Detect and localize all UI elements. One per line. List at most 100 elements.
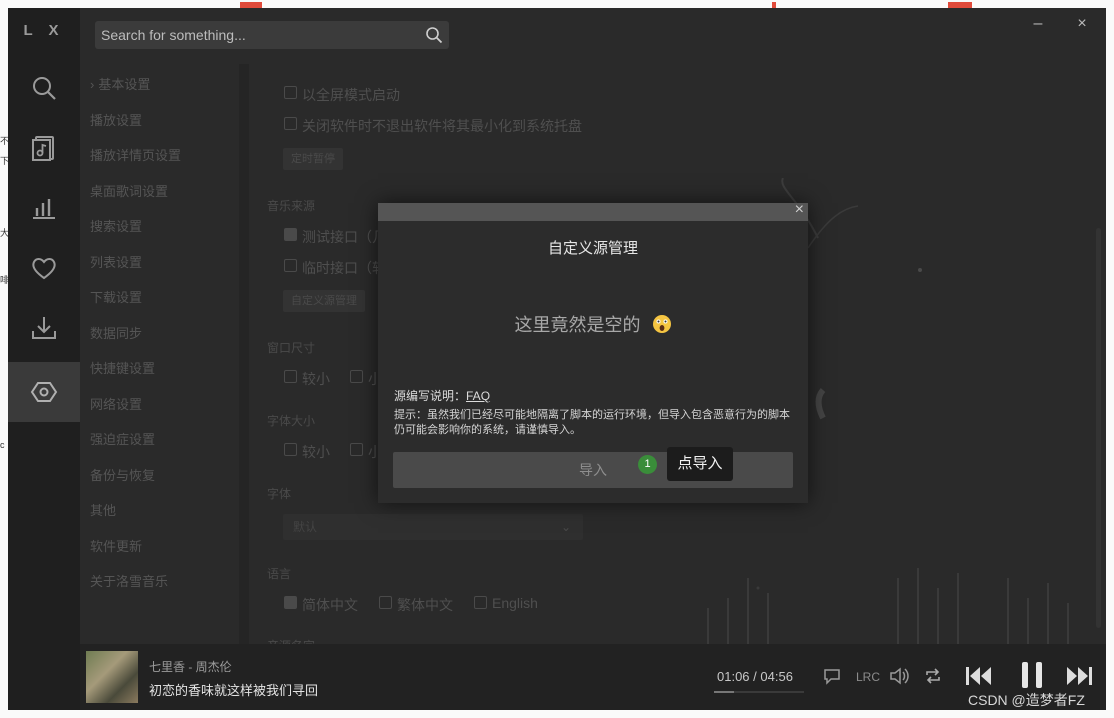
font-select[interactable]: 默认 ⌄: [283, 514, 583, 540]
lrc-button[interactable]: LRC: [856, 670, 880, 684]
window-size-radio-1[interactable]: [284, 370, 297, 383]
nav-leaderboard[interactable]: [8, 178, 80, 238]
font-size-label-1: 较小: [302, 444, 330, 460]
empty-state-text: 这里竟然是空的: [514, 315, 641, 335]
menu-item-download[interactable]: 下载设置: [90, 287, 142, 306]
lang-simplified-radio[interactable]: [284, 596, 297, 609]
desktop-text-fragment: c: [0, 440, 5, 450]
menu-divider: [239, 64, 249, 644]
desktop-left-strip: 不 下 大 啡 c: [0, 0, 9, 718]
next-icon[interactable]: [1064, 664, 1094, 688]
download-icon: [32, 317, 56, 339]
fullscreen-label: 以全屏模式启动: [302, 87, 400, 103]
chevron-down-icon: ⌄: [560, 520, 571, 534]
lang-traditional-label: 繁体中文: [397, 597, 453, 613]
step-tooltip: 点导入: [667, 447, 733, 481]
prev-icon[interactable]: [964, 664, 994, 688]
play-time: 01:06 / 04:56: [717, 669, 793, 684]
window-size-label-1: 较小: [302, 371, 330, 387]
player-bar: 七里香 - 周杰伦 初恋的香味就这样被我们寻回 01:06 / 04:56 LR…: [80, 644, 1106, 710]
lang-english-label: English: [492, 595, 538, 611]
search-box: [95, 21, 449, 49]
close-icon[interactable]: ×: [795, 201, 804, 219]
app-logo: L X: [23, 22, 65, 39]
nav-settings[interactable]: [8, 362, 80, 422]
music-file-icon: [32, 136, 54, 161]
menu-item-network[interactable]: 网络设置: [90, 394, 142, 413]
doc-prefix: 源编写说明：: [394, 389, 467, 403]
lang-simplified-label: 简体中文: [302, 597, 358, 613]
source-temp-radio[interactable]: [284, 259, 297, 272]
total-time: 04:56: [760, 669, 793, 684]
desktop-top-strip: [0, 0, 1114, 8]
music-source-heading: 音乐来源: [267, 199, 316, 213]
custom-source-button[interactable]: 自定义源管理: [283, 290, 365, 312]
nav-song-list[interactable]: [8, 118, 80, 178]
lang-traditional-radio[interactable]: [379, 596, 392, 609]
menu-item-sync[interactable]: 数据同步: [90, 323, 142, 342]
menu-item-about[interactable]: 关于洛雪音乐: [90, 571, 168, 590]
menu-item-hotkey[interactable]: 快捷键设置: [90, 358, 155, 377]
tray-checkbox[interactable]: [284, 117, 297, 130]
watermark: CSDN @造梦者FZ: [968, 692, 1085, 708]
font-size-heading: 字体大小: [267, 414, 316, 428]
menu-item-play[interactable]: 播放设置: [90, 110, 142, 129]
menu-item-backup[interactable]: 备份与恢复: [90, 465, 155, 484]
window-size-radio-2[interactable]: [350, 370, 363, 383]
menu-item-list[interactable]: 列表设置: [90, 252, 142, 271]
pause-icon[interactable]: [1018, 660, 1046, 690]
repeat-icon[interactable]: [923, 666, 943, 686]
menu-item-other[interactable]: 其他: [90, 500, 116, 519]
nav-download[interactable]: [8, 298, 80, 358]
desktop-bottom-strip: [0, 710, 1114, 718]
album-cover[interactable]: [86, 651, 138, 703]
window-size-heading: 窗口尺寸: [267, 341, 316, 355]
source-temp-label: 临时接口（软: [302, 260, 386, 276]
warning-tip: 提示：虽然我们已经尽可能地隔离了脚本的运行环境，但导入包含恶意行为的脚本仍可能会…: [394, 409, 790, 436]
dialog-title-bar: ×: [378, 201, 808, 221]
app-window: L X – × ›基本设置 播放设置 播放详情页设置 桌面歌词设置 搜索设置: [8, 8, 1106, 710]
faq-link[interactable]: FAQ: [466, 389, 490, 403]
tray-label: 关闭软件时不退出软件将其最小化到系统托盘: [302, 118, 582, 134]
lang-english-radio[interactable]: [474, 596, 487, 609]
empty-state: 这里竟然是空的: [378, 311, 808, 337]
volume-icon[interactable]: [888, 666, 910, 686]
source-test-label: 测试接口（几: [302, 229, 386, 245]
menu-item-play-detail[interactable]: 播放详情页设置: [90, 145, 181, 164]
bar-chart-icon: [33, 199, 55, 219]
song-title: 七里香 - 周杰伦: [149, 660, 232, 674]
chevron-right-icon: ›: [90, 77, 95, 92]
menu-item-update[interactable]: 软件更新: [90, 536, 142, 555]
heart-icon: [32, 258, 56, 280]
minimize-button[interactable]: –: [1026, 14, 1050, 34]
current-time: 01:06: [717, 669, 750, 684]
progress-bar[interactable]: [714, 691, 804, 693]
astonished-emoji-icon: [652, 315, 671, 333]
left-nav: L X: [8, 8, 80, 710]
source-test-radio[interactable]: [284, 228, 297, 241]
current-lyric: 初恋的香味就这样被我们寻回: [149, 683, 319, 698]
step-marker: 1: [638, 455, 657, 474]
search-input[interactable]: [95, 21, 415, 49]
desktop-right-strip: [1106, 0, 1114, 718]
font-select-value: 默认: [293, 520, 318, 534]
content-scrollbar[interactable]: [1096, 228, 1101, 628]
nav-search[interactable]: [8, 58, 80, 118]
close-window-button[interactable]: ×: [1070, 14, 1094, 34]
settings-menu: › 基本设置 播放设置 播放详情页设置 桌面歌词设置 搜索设置 列表设置 下载设置…: [80, 64, 240, 644]
menu-item-label: 基本设置: [98, 77, 151, 92]
menu-item-desktop-lyric[interactable]: 桌面歌词设置: [90, 181, 168, 200]
menu-item-search[interactable]: 搜索设置: [90, 216, 142, 235]
import-button[interactable]: 导入: [393, 452, 793, 488]
menu-item-basic[interactable]: › 基本设置: [90, 74, 150, 93]
menu-item-ocd[interactable]: 强迫症设置: [90, 429, 155, 448]
font-size-radio-2[interactable]: [350, 443, 363, 456]
font-size-radio-1[interactable]: [284, 443, 297, 456]
comment-icon[interactable]: [822, 666, 842, 686]
timer-pause-button[interactable]: 定时暂停: [283, 148, 343, 170]
dialog-title: 自定义源管理: [547, 240, 638, 257]
fullscreen-checkbox[interactable]: [284, 86, 297, 99]
nav-favorites[interactable]: [8, 238, 80, 298]
search-icon[interactable]: [425, 26, 443, 44]
doc-line: 源编写说明：FAQ: [394, 387, 490, 404]
